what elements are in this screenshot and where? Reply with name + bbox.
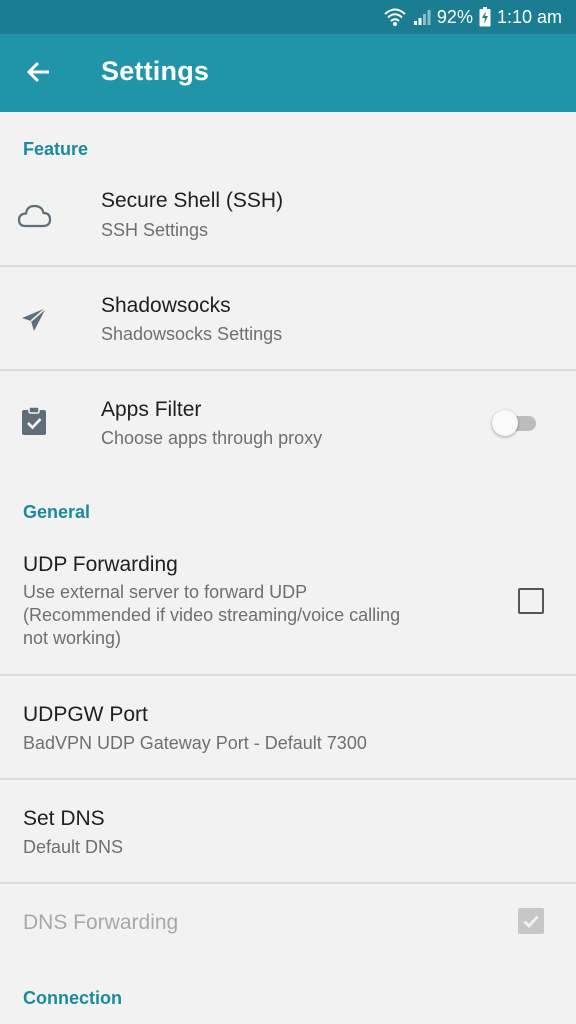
udpgw-port-summary: BadVPN UDP Gateway Port - Default 7300 [23,733,367,753]
preference-set-dns[interactable]: Set DNS Default DNS [0,780,576,882]
battery-percentage: 92% [436,6,473,27]
section-header-general: General [23,502,91,522]
ssh-title: Secure Shell (SSH) [101,189,284,212]
shadowsocks-title: Shadowsocks [101,294,231,317]
cloud-icon [16,198,52,234]
status-time: 1:10 am [496,6,562,27]
signal-icon [413,8,431,26]
paper-plane-icon [16,301,52,337]
udp-forwarding-summary: Use external server to forward UDP (Reco… [23,582,401,648]
set-dns-summary: Default DNS [23,837,124,857]
preference-apps-filter[interactable]: Apps Filter Choose apps through proxy [0,371,576,471]
shadowsocks-summary: Shadowsocks Settings [101,324,283,344]
clipboard-check-icon [16,403,52,439]
arrow-back-icon [25,60,51,89]
battery-charging-icon [479,7,491,27]
udpgw-port-title: UDPGW Port [23,703,148,726]
preference-udpgw-port[interactable]: UDPGW Port BadVPN UDP Gateway Port - Def… [0,676,576,778]
section-header-feature: Feature [23,139,89,159]
preference-shadowsocks[interactable]: Shadowsocks Shadowsocks Settings [0,267,576,370]
apps-filter-summary: Choose apps through proxy [101,428,323,448]
udp-forwarding-checkbox[interactable] [518,588,544,614]
check-icon [523,915,539,929]
apps-filter-title: Apps Filter [101,398,202,421]
apps-filter-switch[interactable] [492,407,540,437]
status-icons: 92% 1:10 am [383,6,562,28]
switch-thumb [492,410,518,436]
preference-dns-forwarding: DNS Forwarding [0,884,576,964]
udp-forwarding-title: UDP Forwarding [23,553,178,576]
section-header-connection: Connection [23,988,122,1008]
back-button[interactable] [14,50,62,98]
set-dns-title: Set DNS [23,807,105,830]
wifi-icon [383,7,407,27]
app-bar: Settings [0,34,576,112]
preference-ssh[interactable]: Secure Shell (SSH) SSH Settings [0,168,576,266]
dns-forwarding-checkbox [518,908,544,934]
preference-udp-forwarding[interactable]: UDP Forwarding Use external server to fo… [0,533,576,674]
page-title: Settings [101,56,210,86]
status-bar: 92% 1:10 am [0,0,576,34]
ssh-summary: SSH Settings [101,220,209,240]
dns-forwarding-title: DNS Forwarding [23,911,179,934]
